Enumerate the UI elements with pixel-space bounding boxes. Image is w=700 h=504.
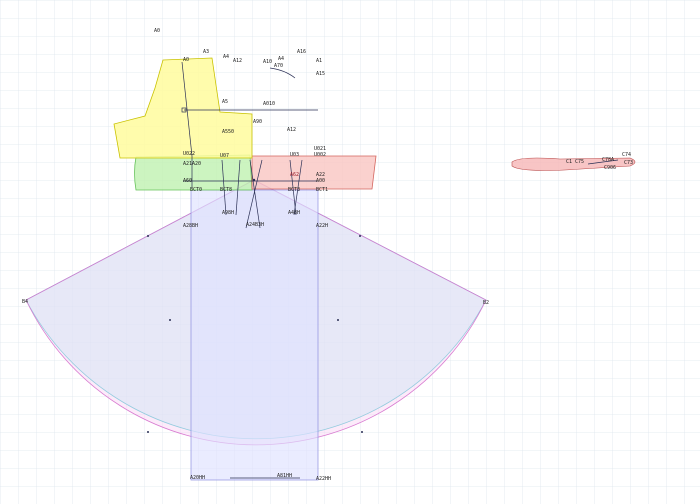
point-label: A4 <box>223 54 229 60</box>
point-label: A60 <box>183 178 192 184</box>
point-label: A90 <box>253 119 262 125</box>
point-label: BCT3 <box>288 187 300 193</box>
point-label: A15 <box>316 71 325 77</box>
point-label: BCT1 <box>316 187 328 193</box>
point-label: C73 <box>624 160 633 166</box>
point-label: A62 <box>290 172 299 178</box>
point-label: A98H <box>222 210 234 216</box>
point-label: A16 <box>297 49 306 55</box>
point-label: BCT8 <box>220 187 232 193</box>
point-label: A010 <box>263 101 275 107</box>
point-label: U002 <box>314 152 326 158</box>
point-label: B4 <box>22 299 28 305</box>
point-label: A3 <box>203 49 209 55</box>
point-label: C906 <box>604 165 616 171</box>
point-label: A12 <box>287 127 296 133</box>
point-label: A0 <box>183 57 189 63</box>
point-label: A21A20 <box>183 161 201 167</box>
point-label: BCT0 <box>190 187 202 193</box>
point-label: A1 <box>316 58 322 64</box>
point-label: A10 <box>263 59 272 65</box>
point-label: A550 <box>222 129 234 135</box>
point-label: A24B3H <box>246 222 264 228</box>
point-label: A5 <box>222 99 228 105</box>
point-label: C1 C75 <box>566 159 584 165</box>
point-label: A00 <box>316 178 325 184</box>
lavender-panel[interactable] <box>190 189 319 481</box>
point-label: A12 <box>233 58 242 64</box>
point-label: A22HH <box>316 476 331 482</box>
point-label: U03 <box>290 152 299 158</box>
point-label: A70 <box>274 63 283 69</box>
point-label: A0 <box>154 28 160 34</box>
point-label: A20HH <box>190 475 205 481</box>
point-label: A81HH <box>277 473 292 479</box>
point-label: A28BH <box>183 223 198 229</box>
point-label: A22H <box>316 223 328 229</box>
point-label: U07 <box>220 153 229 159</box>
point-label: C74 <box>622 152 631 158</box>
point-label: B2 <box>483 300 489 306</box>
point-label: C78A <box>602 157 614 163</box>
salmon-waistband-piece[interactable] <box>251 155 377 190</box>
pattern-drafting-canvas[interactable]: A0 A3 A4 A12 A10 A4 A16 A1 A15 A0 A5 A01… <box>0 0 700 504</box>
point-label: U022 <box>183 151 195 157</box>
point-label: A48H <box>288 210 300 216</box>
point-label: A4 <box>278 56 284 62</box>
